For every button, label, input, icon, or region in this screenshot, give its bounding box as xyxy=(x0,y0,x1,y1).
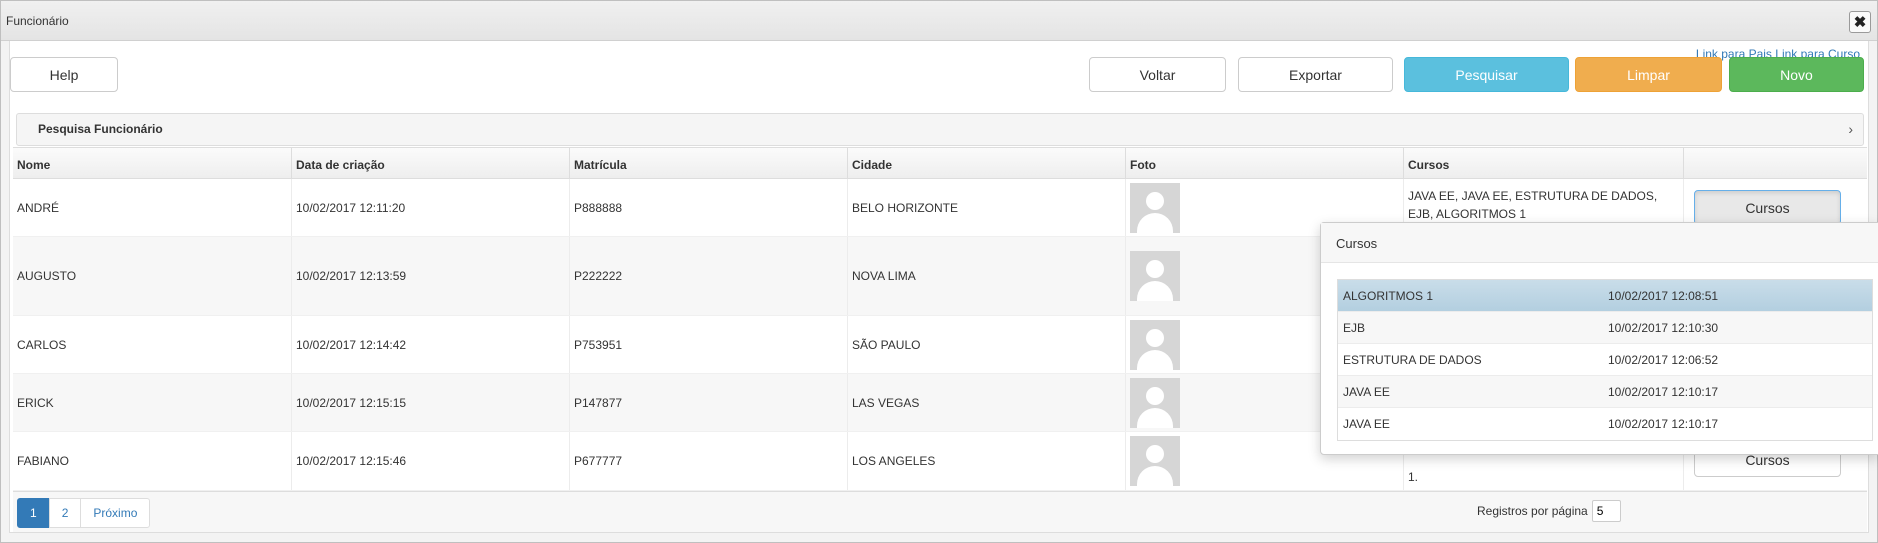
cell-nome: FABIANO xyxy=(13,432,292,490)
course-date: 10/02/2017 12:06:52 xyxy=(1608,352,1719,367)
per-page-control: Registros por página xyxy=(1477,500,1621,522)
cell-matricula: P147877 xyxy=(570,374,848,431)
cell-matricula: P888888 xyxy=(570,179,848,236)
popover-table: ALGORITMOS 1 10/02/2017 12:08:51 EJB 10/… xyxy=(1337,279,1873,441)
novo-button[interactable]: Novo xyxy=(1729,57,1864,92)
cell-cidade: BELO HORIZONTE xyxy=(848,179,1126,236)
cell-data: 10/02/2017 12:13:59 xyxy=(292,237,570,315)
table-footer: 1 2 Próximo Registros por página xyxy=(13,491,1867,532)
list-item[interactable]: JAVA EE 10/02/2017 12:10:17 xyxy=(1338,408,1872,440)
cell-cidade: NOVA LIMA xyxy=(848,237,1126,315)
list-item[interactable]: JAVA EE 10/02/2017 12:10:17 xyxy=(1338,376,1872,408)
cell-cidade: LOS ANGELES xyxy=(848,432,1126,490)
course-date: 10/02/2017 12:10:17 xyxy=(1608,417,1719,431)
cell-data: 10/02/2017 12:11:20 xyxy=(292,179,570,236)
pesquisar-button[interactable]: Pesquisar xyxy=(1404,57,1569,92)
header-cursos[interactable]: Cursos xyxy=(1404,148,1684,179)
header-actions xyxy=(1684,148,1867,179)
popover-title: Cursos xyxy=(1321,223,1878,263)
cell-matricula: P677777 xyxy=(570,432,848,490)
page-1-button[interactable]: 1 xyxy=(17,498,50,528)
header-foto[interactable]: Foto xyxy=(1126,148,1404,179)
cell-data: 10/02/2017 12:15:46 xyxy=(292,432,570,490)
close-button[interactable]: ✖ xyxy=(1849,11,1871,33)
course-name: ESTRUTURA DE DADOS xyxy=(1343,352,1482,367)
avatar xyxy=(1130,251,1180,301)
title-bar: Funcionário ✖ xyxy=(1,1,1877,41)
per-page-input[interactable] xyxy=(1591,500,1621,522)
course-date: 10/02/2017 12:08:51 xyxy=(1608,288,1719,303)
limpar-button[interactable]: Limpar xyxy=(1575,57,1722,92)
cell-cidade: LAS VEGAS xyxy=(848,374,1126,431)
chevron-right-icon: › xyxy=(1848,121,1853,137)
table-header: Nome Data de criação Matrícula Cidade Fo… xyxy=(13,147,1867,179)
header-cidade[interactable]: Cidade xyxy=(848,148,1126,179)
cursos-button[interactable]: Cursos xyxy=(1694,190,1841,225)
avatar xyxy=(1130,319,1180,370)
course-name: JAVA EE xyxy=(1343,417,1390,431)
dialog-window: Funcionário ✖ Link para Pais Link para C… xyxy=(0,0,1878,543)
cell-cidade: SÃO PAULO xyxy=(848,316,1126,373)
list-item[interactable]: EJB 10/02/2017 12:10:30 xyxy=(1338,312,1872,344)
cursos-popover: Cursos ALGORITMOS 1 10/02/2017 12:08:51 … xyxy=(1320,222,1878,455)
course-name: JAVA EE xyxy=(1343,384,1390,399)
cell-matricula: P753951 xyxy=(570,316,848,373)
avatar xyxy=(1130,182,1180,233)
avatar xyxy=(1130,436,1180,486)
course-name: ALGORITMOS 1 xyxy=(1343,288,1434,303)
course-date: 10/02/2017 12:10:17 xyxy=(1608,384,1719,399)
course-date: 10/02/2017 12:10:30 xyxy=(1608,320,1719,335)
header-nome[interactable]: Nome xyxy=(13,148,292,179)
avatar xyxy=(1130,377,1180,428)
voltar-button[interactable]: Voltar xyxy=(1089,57,1226,92)
cell-matricula: P222222 xyxy=(570,237,848,315)
help-button[interactable]: Help xyxy=(10,57,118,92)
pagination: 1 2 Próximo xyxy=(17,498,151,528)
search-panel-header[interactable]: Pesquisa Funcionário › xyxy=(16,113,1864,146)
cell-data: 10/02/2017 12:14:42 xyxy=(292,316,570,373)
cell-nome: ERICK xyxy=(13,374,292,431)
header-data-criacao[interactable]: Data de criação xyxy=(292,148,570,179)
next-page-button[interactable]: Próximo xyxy=(80,498,151,528)
close-icon: ✖ xyxy=(1853,14,1867,31)
list-item[interactable]: ESTRUTURA DE DADOS 10/02/2017 12:06:52 xyxy=(1338,344,1872,376)
per-page-label: Registros por página xyxy=(1477,504,1588,518)
search-panel-title: Pesquisa Funcionário xyxy=(38,122,163,136)
cell-nome: CARLOS xyxy=(13,316,292,373)
course-name: EJB xyxy=(1343,320,1366,335)
cell-nome: AUGUSTO xyxy=(13,237,292,315)
cell-nome: ANDRÉ xyxy=(13,179,292,236)
list-item[interactable]: ALGORITMOS 1 10/02/2017 12:08:51 xyxy=(1338,280,1872,312)
exportar-button[interactable]: Exportar xyxy=(1238,57,1393,92)
page-2-button[interactable]: 2 xyxy=(48,498,82,528)
cell-data: 10/02/2017 12:15:15 xyxy=(292,374,570,431)
window-title: Funcionário xyxy=(6,14,69,28)
header-matricula[interactable]: Matrícula xyxy=(570,148,848,179)
